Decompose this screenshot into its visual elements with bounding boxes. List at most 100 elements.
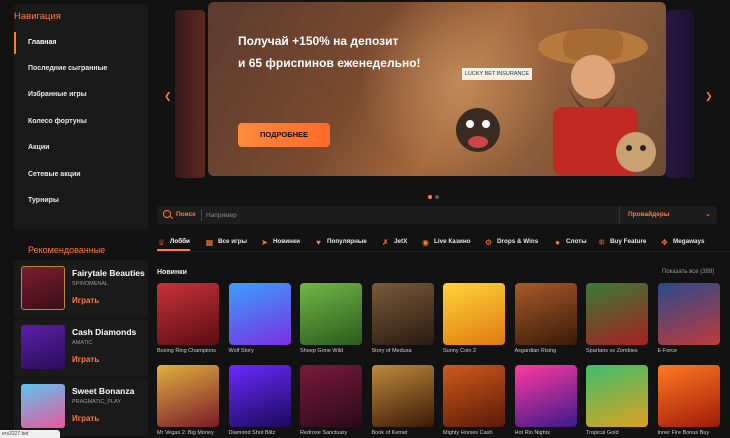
recommended-game-provider: PRAGMATIC_PLAY [72, 399, 122, 405]
game-title: Mr Vegas 2: Big Money [157, 430, 214, 436]
promo-banner[interactable]: Получай +150% на депозит и 65 фриспинов … [208, 2, 666, 176]
chevron-left-icon[interactable]: ❮ [164, 91, 172, 102]
heart-icon: ♥ [316, 238, 321, 247]
recommended-title: Рекомендованные [28, 245, 106, 255]
game-title: Sunny Coin 2 [443, 348, 477, 354]
recommended-item[interactable]: Sweet Bonanza PRAGMATIC_PLAY Играть [14, 378, 148, 436]
game-card[interactable] [371, 365, 434, 427]
game-card[interactable] [228, 365, 291, 427]
game-thumbnail[interactable] [21, 384, 65, 428]
game-card[interactable] [228, 283, 291, 345]
banner-headline: Получай +150% на депозит [238, 34, 399, 48]
nav-item-home[interactable]: Главная [14, 32, 148, 54]
recommended-item[interactable]: Cash Diamonds AMATIC Играть [14, 319, 148, 377]
game-card[interactable] [586, 365, 648, 427]
next-slide-preview[interactable] [666, 10, 694, 178]
carousel-dot[interactable] [428, 195, 432, 199]
sidebar: Навигация Главная Последние сыгранные Из… [0, 0, 148, 438]
carousel-dot[interactable] [435, 195, 439, 199]
game-title: E-Force [657, 348, 678, 354]
carousel-dots [428, 186, 442, 204]
recommended-item[interactable]: Fairytale Beauties SPINOMENAL Играть [14, 260, 148, 318]
coins-icon: ❊ [598, 238, 605, 247]
game-title: Asgardian Rising [514, 348, 557, 354]
play-link[interactable]: Играть [72, 296, 99, 305]
play-link[interactable]: Играть [72, 355, 99, 364]
chevron-right-icon[interactable]: ❯ [705, 91, 713, 102]
nav-item-network-promotions[interactable]: Сетевые акции [14, 164, 148, 186]
jet-icon: ✗ [382, 238, 389, 247]
nav-item-promotions[interactable]: Акции [14, 137, 148, 159]
game-card[interactable] [371, 283, 434, 345]
status-url: ers2227.bet [0, 430, 60, 438]
providers-label: Провайдеры [628, 211, 670, 218]
recommended-game-provider: SPINOMENAL [72, 281, 109, 287]
game-title: Spartans vs Zombies [586, 348, 638, 354]
recommended-game-provider: AMATIC [72, 340, 93, 346]
game-card[interactable] [300, 283, 362, 345]
play-link[interactable]: Играть [72, 414, 99, 423]
game-card[interactable] [514, 283, 577, 345]
banner-illustration [456, 29, 656, 176]
game-card[interactable] [443, 365, 505, 427]
providers-dropdown[interactable]: Провайдеры ⌄ [619, 206, 717, 224]
recommended-game-name: Fairytale Beauties [72, 268, 145, 278]
game-card[interactable] [657, 283, 720, 345]
section-title: Новинки [157, 269, 187, 276]
nav-item-wheel[interactable]: Колесо фортуны [14, 111, 148, 133]
game-title: Inner Fire Bonus Buy [657, 430, 710, 436]
megaways-icon: ✥ [661, 238, 668, 247]
chevron-down-icon: ⌄ [705, 211, 711, 218]
nav-item-tournaments[interactable]: Турниры [14, 190, 148, 212]
search-icon [163, 210, 171, 218]
tab-new[interactable]: ➤ Новинки [260, 235, 300, 251]
search-label: Поиск [176, 211, 196, 218]
tab-live-casino[interactable]: ◉ Live Казино [421, 235, 471, 251]
show-all-link[interactable]: Показать все (389) [662, 269, 714, 275]
cherry-icon: ● [555, 238, 560, 247]
navigation-title: Навигация [14, 11, 61, 22]
recommended-game-name: Cash Diamonds [72, 327, 137, 337]
game-card[interactable] [443, 283, 505, 345]
details-button[interactable]: ПОДРОБНЕЕ [238, 123, 330, 147]
drops-icon: ⚙ [484, 238, 493, 247]
live-icon: ◉ [422, 238, 429, 247]
tab-drops-wins[interactable]: ⚙ Drops & Wins [484, 235, 538, 251]
game-title: Boxing Ring Champions [157, 348, 217, 354]
category-tabs: ♕ Лобби ▦ Все игры ➤ Новинки ♥ Популярные ✗ J… [157, 232, 730, 252]
tab-popular[interactable]: ♥ Популярные [314, 235, 367, 251]
banner-subheadline: и 65 фриспинов еженедельно! [238, 56, 421, 70]
game-card[interactable] [157, 283, 219, 345]
recommended-game-name: Sweet Bonanza [72, 386, 135, 396]
game-title: Book of Kemet [371, 430, 408, 436]
game-card[interactable] [586, 283, 648, 345]
game-thumbnail[interactable] [21, 266, 65, 310]
game-card[interactable] [657, 365, 720, 427]
tab-lobby[interactable]: ♕ Лобби [157, 235, 190, 251]
game-title: Redrose Sanctuary [300, 430, 348, 436]
search-bar: Поиск Провайдеры ⌄ [157, 206, 717, 224]
game-title: Sheep Gone Wild [300, 348, 344, 354]
game-title: Tropical Gold [586, 430, 619, 436]
game-card[interactable] [300, 365, 362, 427]
prev-slide-preview[interactable] [175, 10, 205, 178]
game-title: Hot Rio Nights [514, 430, 550, 436]
game-thumbnail[interactable] [21, 325, 65, 369]
game-card[interactable] [157, 365, 219, 427]
game-title: Diamond Shot Blitz [228, 430, 276, 436]
game-title: Mighty Horses Cash [443, 430, 493, 436]
game-card[interactable] [514, 365, 577, 427]
tab-jetx[interactable]: ✗ JetX [381, 235, 407, 251]
rocket-icon: ➤ [261, 238, 268, 247]
game-title: Wolf Story [228, 348, 254, 354]
tab-slots[interactable]: ● Слоты [553, 235, 587, 251]
crown-icon: ♕ [157, 238, 166, 247]
nav-item-favorites[interactable]: Избранные игры [14, 84, 148, 106]
game-title: Story of Medusa [371, 348, 412, 354]
tab-megaways[interactable]: ✥ Megaways [660, 235, 704, 251]
tab-buy-feature[interactable]: ❊ Buy Feature [597, 235, 646, 251]
nav-item-recent[interactable]: Последние сыгранные [14, 58, 148, 80]
search-input[interactable] [201, 209, 561, 221]
tab-all-games[interactable]: ▦ Все игры [205, 235, 247, 251]
grid-icon: ▦ [205, 238, 214, 247]
